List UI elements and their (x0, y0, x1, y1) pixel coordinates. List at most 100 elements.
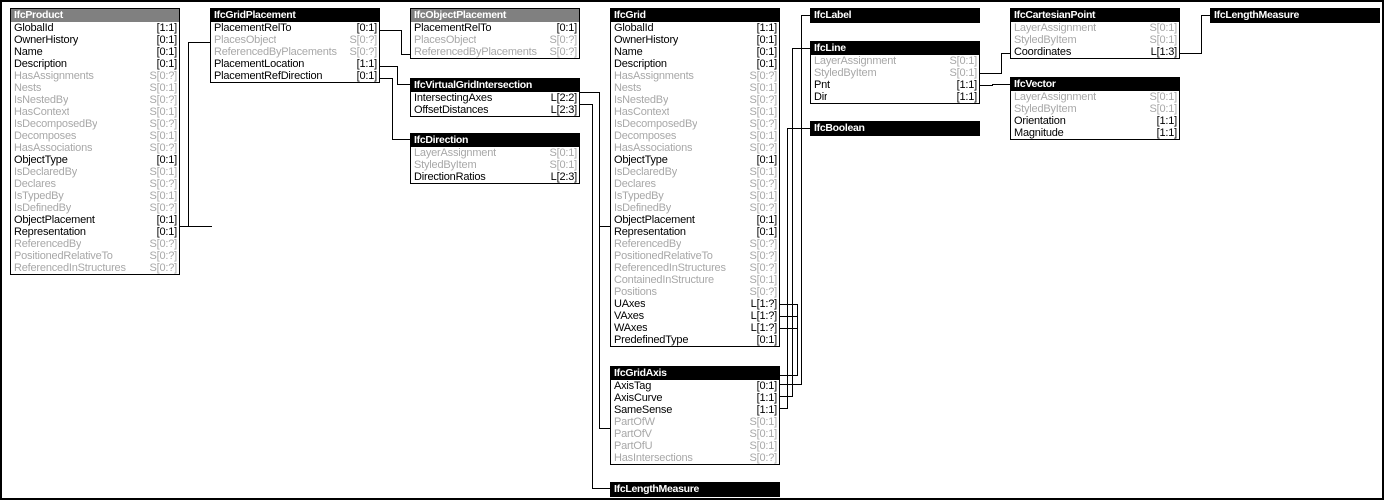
attribute-row[interactable]: Representation [0:1] (611, 226, 779, 238)
attribute-row[interactable]: Orientation [1:1] (1011, 115, 1179, 127)
attribute-row[interactable]: IsTypedBy S[0:1] (611, 190, 779, 202)
attribute-cardinality: [0:1] (156, 46, 178, 58)
attribute-row[interactable]: DirectionRatios L[2:3] (411, 171, 579, 183)
entity-title-ifcgrid: IfcGrid (611, 9, 779, 22)
attribute-row[interactable]: HasAssignments S[0:?] (11, 70, 179, 82)
attribute-row[interactable]: ObjectPlacement [0:1] (611, 214, 779, 226)
attribute-row[interactable]: Coordinates L[1:3] (1011, 46, 1179, 58)
attribute-row[interactable]: HasAssociations S[0:?] (611, 142, 779, 154)
attribute-cardinality: S[0:?] (149, 178, 177, 190)
attribute-row[interactable]: ObjectPlacement [0:1] (11, 214, 179, 226)
entity-box-ifclengthmeasure_right[interactable]: IfcLengthMeasure (1210, 8, 1380, 23)
attribute-row[interactable]: HasContext S[0:1] (11, 106, 179, 118)
attribute-row[interactable]: IsDeclaredBy S[0:1] (11, 166, 179, 178)
attribute-row[interactable]: ObjectType [0:1] (11, 154, 179, 166)
attribute-row[interactable]: Description [0:1] (611, 58, 779, 70)
attribute-name: Nests (14, 82, 42, 94)
attribute-row[interactable]: AxisCurve [1:1] (611, 392, 779, 404)
entity-box-ifclengthmeasure_bottom[interactable]: IfcLengthMeasure (610, 482, 780, 497)
attribute-row[interactable]: Name [0:1] (611, 46, 779, 58)
attribute-name: Declares (14, 178, 56, 190)
attribute-row[interactable]: StyledByItem S[0:1] (411, 159, 579, 171)
attribute-row[interactable]: Dir [1:1] (811, 91, 979, 103)
attribute-row[interactable]: ObjectType [0:1] (611, 154, 779, 166)
attribute-row[interactable]: ReferencedInStructures S[0:?] (11, 262, 179, 274)
attribute-row[interactable]: HasAssignments S[0:?] (611, 70, 779, 82)
attribute-row[interactable]: LayerAssignment S[0:1] (811, 55, 979, 67)
attribute-row[interactable]: Nests S[0:1] (11, 82, 179, 94)
attribute-row[interactable]: PlacementRefDirection [0:1] (211, 70, 379, 82)
attribute-row[interactable]: OwnerHistory [0:1] (11, 34, 179, 46)
attribute-row[interactable]: IsNestedBy S[0:?] (11, 94, 179, 106)
entity-box-ifcvirtualgridintersection[interactable]: IfcVirtualGridIntersection IntersectingAx… (410, 78, 580, 117)
entity-box-ifcgridaxis[interactable]: IfcGridAxis AxisTag [0:1] AxisCurve [1:1] Sam… (610, 366, 780, 465)
attribute-row[interactable]: ReferencedByPlacements S[0:?] (211, 46, 379, 58)
attribute-row[interactable]: Nests S[0:1] (611, 82, 779, 94)
attribute-row[interactable]: IsTypedBy S[0:1] (11, 190, 179, 202)
attribute-row[interactable]: ReferencedInStructures S[0:?] (611, 262, 779, 274)
attribute-row[interactable]: PlacesObject S[0:?] (411, 34, 579, 46)
attribute-row[interactable]: ContainedInStructure S[0:1] (611, 274, 779, 286)
attribute-row[interactable]: PartOfV S[0:1] (611, 428, 779, 440)
attribute-row[interactable]: ReferencedBy S[0:?] (611, 238, 779, 250)
attribute-row[interactable]: PredefinedType [0:1] (611, 334, 779, 346)
attribute-row[interactable]: Decomposes S[0:1] (11, 130, 179, 142)
attribute-row[interactable]: Magnitude [1:1] (1011, 127, 1179, 139)
attribute-row[interactable]: PartOfW S[0:1] (611, 416, 779, 428)
attribute-row[interactable]: OwnerHistory [0:1] (611, 34, 779, 46)
attribute-row[interactable]: SameSense [1:1] (611, 404, 779, 416)
entity-box-ifcboolean[interactable]: IfcBoolean (810, 121, 980, 136)
entity-box-ifcobjectplacement[interactable]: IfcObjectPlacement PlacementRelTo [0:1] Pla… (410, 8, 580, 59)
attribute-row[interactable]: IsNestedBy S[0:?] (611, 94, 779, 106)
entity-box-ifcdirection[interactable]: IfcDirection LayerAssignment S[0:1] StyledB… (410, 133, 580, 184)
attribute-row[interactable]: LayerAssignment S[0:1] (411, 147, 579, 159)
attribute-row[interactable]: PlacementRelTo [0:1] (411, 22, 579, 34)
attribute-row[interactable]: IsDefinedBy S[0:?] (611, 202, 779, 214)
attribute-row[interactable]: HasAssociations S[0:?] (11, 142, 179, 154)
attribute-row[interactable]: Description [0:1] (11, 58, 179, 70)
attribute-row[interactable]: HasIntersections S[0:?] (611, 452, 779, 464)
attribute-row[interactable]: PlacementRelTo [0:1] (211, 22, 379, 34)
attribute-row[interactable]: StyledByItem S[0:1] (811, 67, 979, 79)
attribute-row[interactable]: Decomposes S[0:1] (611, 130, 779, 142)
entity-box-ifclabel[interactable]: IfcLabel (810, 8, 980, 23)
attribute-row[interactable]: Declares S[0:?] (11, 178, 179, 190)
attribute-row[interactable]: Pnt [1:1] (811, 79, 979, 91)
attribute-row[interactable]: IsDefinedBy S[0:?] (11, 202, 179, 214)
attribute-row[interactable]: IntersectingAxes L[2:2] (411, 92, 579, 104)
attribute-row[interactable]: Declares S[0:?] (611, 178, 779, 190)
attribute-row[interactable]: IsDecomposedBy S[0:?] (11, 118, 179, 130)
entity-box-ifcline[interactable]: IfcLine LayerAssignment S[0:1] StyledByItem… (810, 41, 980, 104)
attribute-row[interactable]: LayerAssignment S[0:1] (1011, 22, 1179, 34)
entity-box-ifcgridplacement[interactable]: IfcGridPlacement PlacementRelTo [0:1] Place… (210, 8, 380, 83)
attribute-row[interactable]: OffsetDistances L[2:3] (411, 104, 579, 116)
attribute-row[interactable]: VAxes L[1:?] (611, 310, 779, 322)
attribute-name: HasAssignments (614, 70, 694, 82)
entity-box-ifcproduct[interactable]: IfcProduct GlobalId [1:1] OwnerHistory [0:1]… (10, 8, 180, 275)
attribute-row[interactable]: PositionedRelativeTo S[0:?] (11, 250, 179, 262)
attribute-row[interactable]: UAxes L[1:?] (611, 298, 779, 310)
attribute-row[interactable]: PlacesObject S[0:?] (211, 34, 379, 46)
attribute-row[interactable]: PartOfU S[0:1] (611, 440, 779, 452)
attribute-row[interactable]: IsDecomposedBy S[0:?] (611, 118, 779, 130)
attribute-row[interactable]: PositionedRelativeTo S[0:?] (611, 250, 779, 262)
attribute-row[interactable]: Representation [0:1] (11, 226, 179, 238)
attribute-row[interactable]: GlobalId [1:1] (611, 22, 779, 34)
attribute-row[interactable]: ReferencedBy S[0:?] (11, 238, 179, 250)
attribute-row[interactable]: GlobalId [1:1] (11, 22, 179, 34)
attribute-row[interactable]: HasContext S[0:1] (611, 106, 779, 118)
attribute-row[interactable]: Positions S[0:?] (611, 286, 779, 298)
attribute-row[interactable]: IsDeclaredBy S[0:1] (611, 166, 779, 178)
attribute-row[interactable]: AxisTag [0:1] (611, 380, 779, 392)
entity-box-ifccartesianpoint[interactable]: IfcCartesianPoint LayerAssignment S[0:1] St… (1010, 8, 1180, 59)
attribute-row[interactable]: LayerAssignment S[0:1] (1011, 91, 1179, 103)
entity-box-ifcvector[interactable]: IfcVector LayerAssignment S[0:1] StyledByIt… (1010, 77, 1180, 140)
attribute-row[interactable]: StyledByItem S[0:1] (1011, 103, 1179, 115)
entity-box-ifcgrid[interactable]: IfcGrid GlobalId [1:1] OwnerHistory [0:1] Nam… (610, 8, 780, 347)
attribute-row[interactable]: WAxes L[1:?] (611, 322, 779, 334)
attribute-name: AxisCurve (614, 392, 663, 404)
attribute-row[interactable]: Name [0:1] (11, 46, 179, 58)
attribute-row[interactable]: PlacementLocation [1:1] (211, 58, 379, 70)
attribute-row[interactable]: StyledByItem S[0:1] (1011, 34, 1179, 46)
attribute-row[interactable]: ReferencedByPlacements S[0:?] (411, 46, 579, 58)
